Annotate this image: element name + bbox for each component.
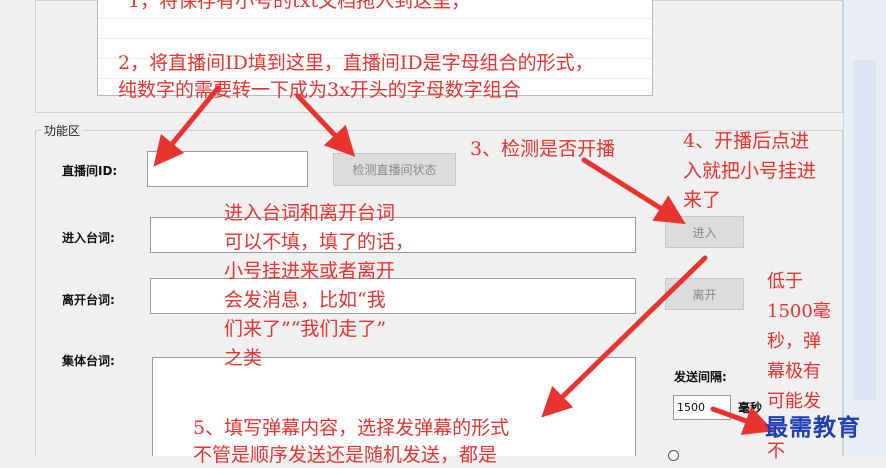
arrow-to-group-text (541, 255, 708, 418)
note-low-line1: 低于 (767, 271, 803, 292)
watermark-logo: 最需教育 (765, 414, 861, 441)
note-low-line6: 不 (767, 441, 785, 462)
note-enter-line1: 进入台词和离开台词 (224, 202, 396, 224)
note-low-line2: 1500毫 (767, 301, 831, 322)
note-step2-line2: 纯数字的需要转一下成为3x开头的字母数字组合 (118, 79, 521, 101)
note-step2-line1: 2，将直播间ID填到这里，直播间ID是字母组合的形式， (118, 52, 594, 74)
note-enter-line4: 会发消息，比如“我 (224, 289, 386, 311)
note-step5-line1: 5、填写弹幕内容，选择发弹幕的形式 (193, 417, 510, 439)
note-step4-line1: 4、开播后点进 (683, 130, 810, 152)
note-enter-line5: 们来了”“我们走了” (224, 318, 387, 340)
note-enter-line6: 之类 (224, 347, 263, 369)
note-low-line3: 秒，弹 (767, 331, 821, 352)
note-enter-line2: 可以不填，填了的话， (224, 231, 415, 253)
note-step3: 3、检测是否开播 (470, 138, 616, 160)
note-step1: 1，将保存有小号的txt文档拖入到这里， (128, 0, 471, 12)
arrow-to-enter-button (581, 157, 686, 224)
note-step5-line2: 不管是顺序发送还是随机发送，都是 (193, 444, 498, 466)
note-low-line4: 幕极有 (767, 361, 821, 382)
note-step4-line2: 入就把小号挂进 (683, 160, 817, 182)
note-enter-line3: 小号挂进来或者离开 (224, 260, 396, 282)
arrow-to-interval (710, 406, 775, 436)
note-step4-line3: 来了 (683, 189, 722, 211)
arrow-to-check-button (295, 93, 356, 157)
